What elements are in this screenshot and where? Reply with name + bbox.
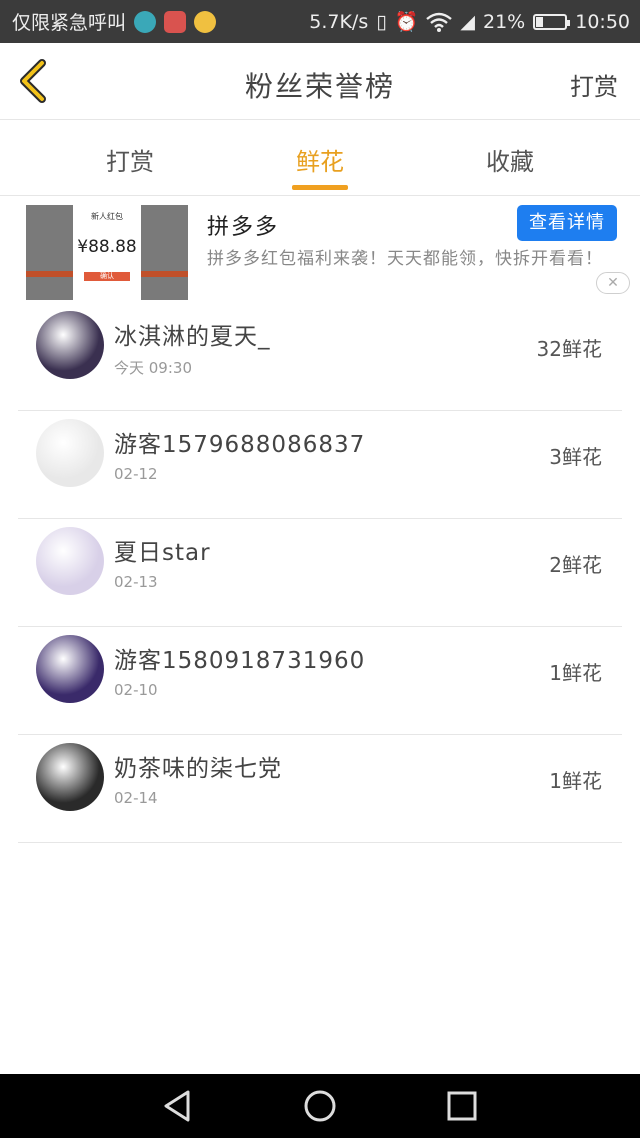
battery-icon (533, 13, 571, 30)
vibrate-icon: ▯ (376, 10, 387, 33)
divider (18, 842, 622, 843)
moon-app-icon (134, 10, 157, 33)
list-item[interactable]: 冰淇淋的夏天_ 今天 09:30 32鲜花 (0, 303, 640, 411)
signal-icon: ◢ (460, 10, 475, 33)
flower-count: 2鲜花 (549, 553, 602, 577)
flower-count: 3鲜花 (549, 445, 602, 469)
view-details-button[interactable]: 查看详情 (517, 205, 617, 241)
carrier-text: 仅限紧急呼叫 (12, 12, 127, 34)
recents-square-icon[interactable] (444, 1088, 480, 1124)
status-bar: 仅限紧急呼叫 5.7K/s ▯ ⏰ ◢ 21% 10:50 (0, 0, 640, 43)
gift-date: 02-14 (114, 789, 158, 807)
flower-count: 1鲜花 (549, 769, 602, 793)
flower-count: 1鲜花 (549, 661, 602, 685)
home-circle-icon[interactable] (302, 1088, 338, 1124)
flower-count: 32鲜花 (536, 337, 602, 361)
gift-date: 02-13 (114, 573, 158, 591)
tab-flowers[interactable]: 鲜花 (260, 142, 380, 177)
fan-list: 冰淇淋的夏天_ 今天 09:30 32鲜花 游客1579688086837 02… (0, 303, 640, 843)
active-tab-indicator (292, 185, 348, 190)
ad-banner[interactable]: 新人红包 ¥88.88 确认 拼多多 拼多多红包福利来袭！天天都能领，快拆开看看… (0, 197, 640, 303)
back-triangle-icon[interactable] (160, 1088, 196, 1124)
user-name: 游客1580918731960 (114, 648, 366, 674)
list-item[interactable]: 奶茶味的柒七党 02-14 1鲜花 (0, 735, 640, 843)
gift-date: 02-12 (114, 465, 158, 483)
alarm-icon: ⏰ (394, 11, 419, 33)
user-name: 冰淇淋的夏天_ (114, 324, 271, 350)
tab-reward[interactable]: 打赏 (70, 142, 190, 177)
gift-date: 今天 09:30 (114, 359, 192, 377)
card-title: 新人红包 (91, 212, 123, 221)
ad-description: 拼多多红包福利来袭！天天都能领，快拆开看看！ (207, 249, 603, 269)
ad-image[interactable]: 新人红包 ¥88.88 确认 (26, 205, 188, 300)
user-name: 奶茶味的柒七党 (114, 756, 282, 782)
mail-app-icon (164, 10, 187, 33)
page-title: 粉丝荣誉榜 (244, 70, 395, 103)
ad-title: 拼多多 (207, 215, 280, 240)
user-name: 夏日star (114, 540, 211, 566)
list-item[interactable]: 游客1580918731960 02-10 1鲜花 (0, 627, 640, 735)
avatar (36, 527, 104, 595)
card-amount: ¥88.88 (77, 237, 137, 257)
avatar (36, 635, 104, 703)
list-item[interactable]: 夏日star 02-13 2鲜花 (0, 519, 640, 627)
avatar (36, 311, 104, 379)
user-name: 游客1579688086837 (114, 432, 366, 458)
tab-favorites[interactable]: 收藏 (450, 142, 570, 177)
avatar (36, 419, 104, 487)
clock: 10:50 (575, 10, 630, 33)
list-item[interactable]: 游客1579688086837 02-12 3鲜花 (0, 411, 640, 519)
wifi-icon (426, 12, 453, 32)
gift-date: 02-10 (114, 681, 158, 699)
battery-percent: 21% (483, 10, 526, 33)
reward-button[interactable]: 打赏 (570, 67, 618, 102)
nav-bar: 粉丝荣誉榜 打赏 (0, 43, 640, 120)
face-app-icon (194, 10, 217, 33)
system-nav-bar (0, 1074, 640, 1138)
network-speed: 5.7K/s (309, 10, 369, 33)
card-confirm-button: 确认 (84, 272, 130, 281)
red-packet-card: 新人红包 ¥88.88 确认 (73, 205, 141, 300)
close-ad-button[interactable]: ✕ (596, 272, 630, 294)
avatar (36, 743, 104, 811)
